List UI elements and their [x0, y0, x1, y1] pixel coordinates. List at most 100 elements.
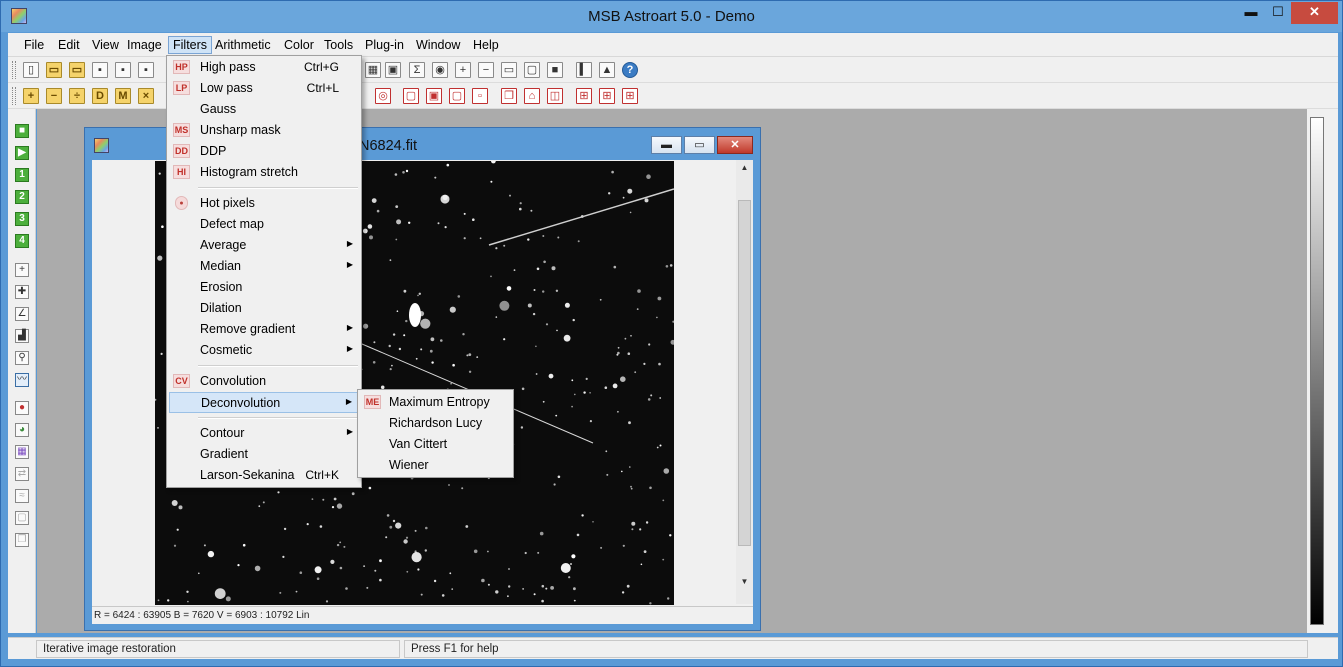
new-file-icon[interactable]: ▯	[23, 62, 39, 78]
green-1-icon[interactable]: 1	[15, 168, 29, 182]
green-3-icon[interactable]: 3	[15, 212, 29, 226]
menu-plugin[interactable]: Plug-in	[361, 36, 408, 54]
filters-item-convolution[interactable]: CV Convolution	[169, 371, 359, 392]
dark-icon[interactable]: D	[92, 88, 108, 104]
palette-icon[interactable]: ▦	[15, 445, 29, 459]
filters-item-contour[interactable]: Contour ▶	[169, 423, 359, 444]
frame-icon[interactable]: ▢	[449, 88, 465, 104]
minimize-button[interactable]: ▬	[1241, 2, 1261, 24]
region-icon[interactable]: ▫	[472, 88, 488, 104]
deconvolution-item-maximum-entropy[interactable]: ME Maximum Entropy	[360, 392, 511, 413]
scroll-thumb[interactable]	[738, 200, 751, 546]
layer-icon[interactable]: ▢	[15, 511, 29, 525]
filters-item-remove-gradient[interactable]: Remove gradient ▶	[169, 319, 359, 340]
intensity-gradient[interactable]	[1310, 117, 1324, 625]
scroll-down-button[interactable]: ▼	[736, 574, 753, 590]
menu-filters[interactable]: Filters	[168, 36, 213, 54]
filters-item-gauss[interactable]: Gauss	[169, 99, 359, 120]
merge-icon[interactable]: M	[115, 88, 131, 104]
sum-icon[interactable]: Σ	[409, 62, 425, 78]
filters-item-average[interactable]: Average ▶	[169, 235, 359, 256]
magnifier-icon[interactable]: ⚲	[15, 351, 29, 365]
add-icon[interactable]: +	[23, 88, 39, 104]
deconvolution-item-wiener[interactable]: Wiener	[360, 455, 511, 476]
image-maximize-button[interactable]: ▭	[684, 136, 715, 154]
toolbar-grip-2[interactable]	[12, 87, 16, 105]
green-2-icon[interactable]: 2	[15, 190, 29, 204]
menu-tools[interactable]: Tools	[320, 36, 357, 54]
image-window-icon[interactable]	[94, 138, 109, 153]
monitor-icon[interactable]: ▭	[501, 62, 517, 78]
help-icon[interactable]: ?	[622, 62, 638, 78]
rgb-circles-icon[interactable]: ●	[15, 401, 29, 415]
menu-arithmetic[interactable]: Arithmetic	[211, 36, 275, 54]
filters-item-low-pass[interactable]: LP Low pass Ctrl+L	[169, 78, 359, 99]
menu-help[interactable]: Help	[469, 36, 503, 54]
filters-item-gradient[interactable]: Gradient	[169, 444, 359, 465]
menu-file[interactable]: File	[20, 36, 48, 54]
filters-item-ddp[interactable]: DD DDP	[169, 141, 359, 162]
filters-item-defect-map[interactable]: Defect map	[169, 214, 359, 235]
divide-icon[interactable]: ÷	[69, 88, 85, 104]
deconvolution-item-richardson-lucy[interactable]: Richardson Lucy	[360, 413, 511, 434]
rotate-icon[interactable]: ⌂	[524, 88, 540, 104]
menu-edit[interactable]: Edit	[54, 36, 84, 54]
zoom-out-icon[interactable]: −	[478, 62, 494, 78]
green-4-icon[interactable]: 4	[15, 234, 29, 248]
histogram-icon[interactable]: 〰	[15, 373, 29, 387]
grid-icon[interactable]: ⊞	[576, 88, 592, 104]
filters-item-high-pass[interactable]: HP High pass Ctrl+G	[169, 57, 359, 78]
filters-item-median[interactable]: Median ▶	[169, 256, 359, 277]
crosshair-icon[interactable]: +	[15, 263, 29, 277]
bar-chart-icon[interactable]: ▦	[365, 62, 381, 78]
filters-item-hot-pixels[interactable]: ● Hot pixels	[169, 193, 359, 214]
link-icon[interactable]: ⇄	[15, 467, 29, 481]
open-folder-icon[interactable]: ▭	[46, 62, 62, 78]
filters-item-deconvolution[interactable]: Deconvolution ▶	[169, 392, 359, 413]
deconvolution-item-van-cittert[interactable]: Van Cittert	[360, 434, 511, 455]
filters-item-unsharp-mask[interactable]: MS Unsharp mask	[169, 120, 359, 141]
chart-icon[interactable]: ▟	[15, 329, 29, 343]
mosaic-icon[interactable]: ⊞	[622, 88, 638, 104]
subtract-icon[interactable]: −	[46, 88, 62, 104]
green-play-icon[interactable]: ▶	[15, 146, 29, 160]
fullscreen-icon[interactable]: ■	[547, 62, 563, 78]
crop-icon[interactable]: ▢	[403, 88, 419, 104]
open-recent-icon[interactable]: ▭	[69, 62, 85, 78]
mirror-icon[interactable]: ◫	[547, 88, 563, 104]
window-icon[interactable]: ▢	[524, 62, 540, 78]
save-icon[interactable]: ▪	[92, 62, 108, 78]
zoom-in-icon[interactable]: +	[455, 62, 471, 78]
menu-color[interactable]: Color	[280, 36, 318, 54]
scroll-up-button[interactable]: ▲	[736, 160, 753, 176]
image-vertical-scrollbar[interactable]: ▲ ▼	[736, 160, 753, 604]
save-copy-icon[interactable]: ▪	[138, 62, 154, 78]
filters-item-histogram-stretch[interactable]: HI Histogram stretch	[169, 162, 359, 183]
marker-icon[interactable]: ✚	[15, 285, 29, 299]
tile-icon[interactable]: ⊞	[599, 88, 615, 104]
menu-view[interactable]: View	[88, 36, 123, 54]
menu-window[interactable]: Window	[412, 36, 464, 54]
columns-icon[interactable]: ▲	[599, 62, 615, 78]
line-profile-icon[interactable]: ∠	[15, 307, 29, 321]
filters-item-larson-sekanina[interactable]: Larson-Sekanina Ctrl+K	[169, 465, 359, 486]
image-close-button[interactable]: ✕	[717, 136, 753, 154]
save-as-icon[interactable]: ▪	[115, 62, 131, 78]
green-square-icon[interactable]: ■	[15, 124, 29, 138]
duplicate-icon[interactable]: ❐	[501, 88, 517, 104]
color-balance-icon[interactable]: ◕	[15, 423, 29, 437]
menu-image[interactable]: Image	[123, 36, 166, 54]
filters-item-erosion[interactable]: Erosion	[169, 277, 359, 298]
maximize-button[interactable]: ☐	[1268, 2, 1288, 24]
filters-item-dilation[interactable]: Dilation	[169, 298, 359, 319]
select-icon[interactable]: ▣	[426, 88, 442, 104]
image-minimize-button[interactable]: ▬	[651, 136, 682, 154]
filters-item-cosmetic[interactable]: Cosmetic ▶	[169, 340, 359, 361]
title-bar[interactable]: MSB Astroart 5.0 - Demo ▬ ☐ ✕	[1, 1, 1342, 32]
frame-view-icon[interactable]: ▣	[385, 62, 401, 78]
close-button[interactable]: ✕	[1291, 2, 1338, 24]
toolbar-grip[interactable]	[12, 61, 16, 79]
stack-icon[interactable]: ❐	[15, 533, 29, 547]
wave-icon[interactable]: ≈	[15, 489, 29, 503]
eye-icon[interactable]: ◉	[432, 62, 448, 78]
